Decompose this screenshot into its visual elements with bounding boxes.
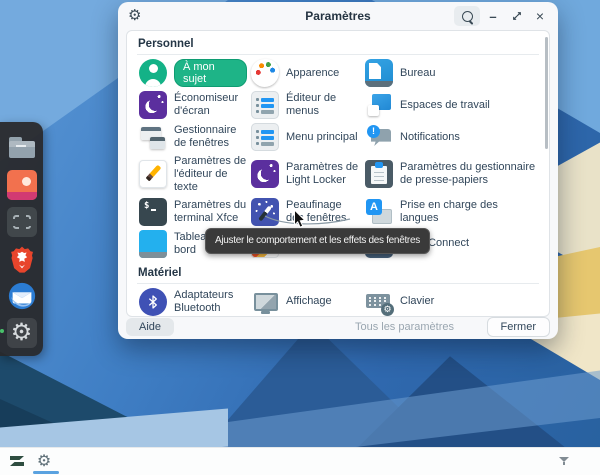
all-settings-button[interactable]: Tous les paramètres: [355, 318, 454, 336]
hover-underline-curve: [262, 213, 354, 229]
item-label: Éditeur de menus: [286, 92, 361, 118]
item-label: Paramètres du terminal Xfce: [174, 199, 247, 225]
thunderbird-icon: [7, 281, 37, 311]
settings-item-menu-principal[interactable]: Menu principal: [249, 121, 363, 153]
bluetooth-icon: [139, 288, 167, 316]
search-button[interactable]: [454, 6, 480, 26]
screensaver-moon-icon: [139, 91, 167, 119]
titlebar[interactable]: ⚙ Paramètres – ×: [118, 2, 558, 30]
tooltip: Ajuster le comportement et les effets de…: [205, 228, 430, 254]
mouse-cursor: [293, 209, 307, 229]
settings-item-langues[interactable]: Prise en charge des langues: [363, 196, 539, 228]
taskbar: ⚙: [0, 447, 600, 475]
settings-item-bureau[interactable]: Bureau: [363, 57, 539, 89]
settings-window: ⚙ Paramètres – × Personnel À mon sujet: [118, 2, 558, 339]
settings-item-notifications[interactable]: Notifications: [363, 121, 539, 153]
zorin-menu-button[interactable]: [7, 452, 27, 470]
section-title-materiel: Matériel: [137, 264, 539, 284]
window-gear-icon: ⚙: [128, 7, 141, 25]
window-footer: Aide Tous les paramètres Fermer: [118, 317, 558, 339]
folder-icon: [7, 133, 37, 163]
dock-item-brave-browser[interactable]: [5, 240, 39, 277]
settings-item-bluetooth[interactable]: Adaptateurs Bluetooth: [137, 286, 249, 317]
settings-grid: Personnel À mon sujet Apparence Bureau: [126, 30, 550, 317]
settings-item-espaces-travail[interactable]: Espaces de travail: [363, 89, 539, 121]
item-label: Clavier: [400, 295, 434, 308]
minimize-button[interactable]: –: [484, 6, 502, 26]
section-title-personnel: Personnel: [137, 35, 539, 55]
item-label: Économiseur d'écran: [174, 92, 247, 118]
item-label: Paramètres du gestionnaire de presse-pap…: [400, 161, 537, 187]
item-label: Prise en charge des langues: [400, 199, 537, 225]
settings-item-editeur-texte[interactable]: Paramètres de l'éditeur de texte: [137, 153, 249, 196]
window-manager-icon: [139, 123, 167, 151]
user-about-icon: [139, 59, 167, 87]
capture-frame-icon: [7, 207, 37, 237]
dock-item-thunderbird-mail[interactable]: [5, 277, 39, 314]
selected-item-label: À mon sujet: [174, 59, 247, 87]
window-title: Paramètres: [305, 9, 370, 23]
brave-lion-icon: [7, 244, 37, 274]
settings-item-apparence[interactable]: Apparence: [249, 57, 363, 89]
maximize-button[interactable]: [508, 6, 526, 26]
main-menu-icon: [251, 123, 279, 151]
panel-icon: [139, 230, 167, 258]
language-support-icon: [365, 198, 393, 226]
clipboard-manager-icon: [365, 160, 393, 188]
search-icon: [462, 11, 473, 22]
appearance-palette-icon: [251, 59, 279, 87]
item-label: Espaces de travail: [400, 99, 490, 112]
item-label: Paramètres de Light Locker: [286, 161, 361, 187]
keyboard-icon: [365, 288, 393, 316]
dock-item-settings[interactable]: ⚙: [5, 314, 39, 351]
active-task-indicator: [33, 471, 59, 474]
item-label: Gestionnaire de fenêtres: [174, 124, 247, 150]
desktop: ⚙ ⚙ Paramètres – × Personnel À mon sujet: [0, 0, 600, 475]
maximize-icon: [511, 10, 523, 22]
gear-icon: ⚙: [7, 318, 37, 348]
light-locker-moon-icon: [251, 160, 279, 188]
settings-item-presse-papiers[interactable]: Paramètres du gestionnaire de presse-pap…: [363, 153, 539, 196]
menu-editor-icon: [251, 91, 279, 119]
dock-item-media-app[interactable]: [5, 166, 39, 203]
settings-item-terminal-xfce[interactable]: Paramètres du terminal Xfce: [137, 196, 249, 228]
item-label: Notifications: [400, 131, 460, 144]
notifications-icon: [365, 123, 393, 151]
dock-item-screenshot-tool[interactable]: [5, 203, 39, 240]
settings-item-affichage[interactable]: Affichage: [249, 286, 363, 317]
desktop-icon: [365, 59, 393, 87]
item-label: Menu principal: [286, 131, 358, 144]
workspaces-icon: [365, 91, 393, 119]
item-label: Apparence: [286, 67, 339, 80]
item-label: Paramètres de l'éditeur de texte: [174, 155, 247, 194]
settings-item-a-mon-sujet[interactable]: À mon sujet: [137, 57, 249, 89]
help-button[interactable]: Aide: [126, 318, 174, 336]
orange-camera-icon: [7, 170, 37, 200]
terminal-icon: [139, 198, 167, 226]
dock-item-file-manager[interactable]: [5, 129, 39, 166]
settings-item-editeur-menus[interactable]: Éditeur de menus: [249, 89, 363, 121]
settings-item-gestionnaire-fenetres[interactable]: Gestionnaire de fenêtres: [137, 121, 249, 153]
text-editor-icon: [139, 160, 167, 188]
display-icon: [251, 288, 279, 316]
dock: ⚙: [0, 122, 43, 356]
settings-item-economiseur[interactable]: Économiseur d'écran: [137, 89, 249, 121]
settings-item-light-locker[interactable]: Paramètres de Light Locker: [249, 153, 363, 196]
zorin-logo-icon: [8, 453, 26, 469]
settings-item-clavier[interactable]: Clavier: [363, 286, 539, 317]
running-indicator-dot: [0, 329, 4, 333]
item-label: Bureau: [400, 67, 435, 80]
tray-indicator-icon[interactable]: [558, 455, 570, 467]
item-label: Adaptateurs Bluetooth: [174, 289, 247, 315]
taskbar-settings-task[interactable]: ⚙: [34, 452, 54, 470]
item-label: Affichage: [286, 295, 332, 308]
fermer-button[interactable]: Fermer: [487, 317, 550, 337]
scrollbar-thumb[interactable]: [545, 37, 548, 149]
close-button[interactable]: ×: [531, 6, 549, 26]
